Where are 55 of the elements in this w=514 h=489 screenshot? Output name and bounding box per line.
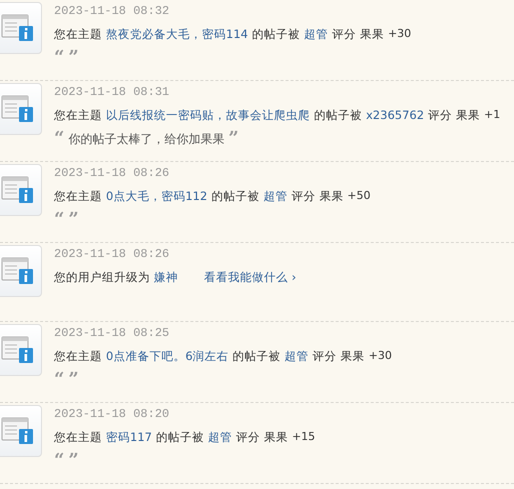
notice-time: 2023-11-18 08:31: [54, 84, 170, 101]
topic-link[interactable]: 以后线报统一密码贴，故事会让爬虫爬: [106, 105, 310, 125]
message-text: 您的用户组升级为: [54, 269, 150, 286]
message-text: 的帖子被: [232, 348, 281, 365]
open-quote: “: [54, 210, 64, 230]
score-text: +50: [347, 188, 370, 204]
message-text: 果果: [340, 348, 365, 365]
close-quote: ”: [68, 451, 79, 471]
group-link[interactable]: 嫌神: [154, 267, 178, 287]
message-text: 果果: [360, 26, 384, 43]
message-text: 评分: [428, 107, 452, 124]
topic-link[interactable]: 0点大毛，密码112: [106, 186, 208, 206]
close-quote: ”: [68, 210, 79, 230]
message-text: 评分: [332, 26, 356, 43]
message-text: 果果: [456, 107, 480, 124]
close-quote: ”: [228, 129, 239, 149]
user-link[interactable]: 超管: [304, 24, 328, 44]
notice-time: 2023-11-18 08:26: [54, 246, 170, 263]
message-text: 果果: [264, 429, 288, 446]
score-text: +15: [292, 429, 316, 445]
notice-time: 2023-11-18 08:32: [54, 3, 170, 20]
score-text: +30: [368, 348, 392, 364]
message-text: 您在主题: [54, 188, 102, 205]
message-text: 您在主题: [54, 26, 102, 43]
message-text: 的帖子被: [156, 429, 204, 446]
message-text: 的帖子被: [211, 188, 260, 205]
message-text: 您在主题: [54, 348, 102, 365]
message-text: 评分: [312, 348, 337, 365]
message-text: 果果: [319, 188, 344, 205]
open-quote: “: [54, 48, 64, 68]
notice-time: 2023-11-18 08:26: [54, 165, 170, 182]
message-text: 您在主题: [54, 107, 102, 124]
message-text: 评分: [291, 188, 316, 205]
comment-text: 你的帖子太棒了，给你加果果: [68, 131, 224, 148]
message-text: 您在主题: [54, 429, 102, 446]
message-text: 评分: [236, 429, 260, 446]
message-text: 的帖子被: [252, 26, 300, 43]
score-text: +30: [388, 26, 412, 42]
topic-link[interactable]: 0点准备下吧。6润左右: [106, 346, 229, 366]
open-quote: “: [54, 370, 64, 390]
user-link[interactable]: 超管: [263, 186, 288, 206]
notice-time: 2023-11-18 08:25: [54, 325, 170, 342]
score-text: +1: [484, 107, 500, 123]
notice-time: 2023-11-18 08:20: [54, 406, 170, 423]
message-text: 的帖子被: [314, 107, 362, 124]
action-link[interactable]: 看看我能做什么 ›: [204, 267, 296, 287]
user-link[interactable]: 超管: [208, 427, 232, 447]
topic-link[interactable]: 熬夜党必备大毛，密码114: [106, 24, 248, 44]
close-quote: ”: [68, 48, 79, 68]
user-link[interactable]: 超管: [284, 346, 309, 366]
topic-link[interactable]: 密码117: [106, 427, 152, 447]
open-quote: “: [54, 129, 64, 149]
close-quote: ”: [68, 370, 79, 390]
user-link[interactable]: x2365762: [366, 105, 424, 125]
open-quote: “: [54, 451, 64, 471]
